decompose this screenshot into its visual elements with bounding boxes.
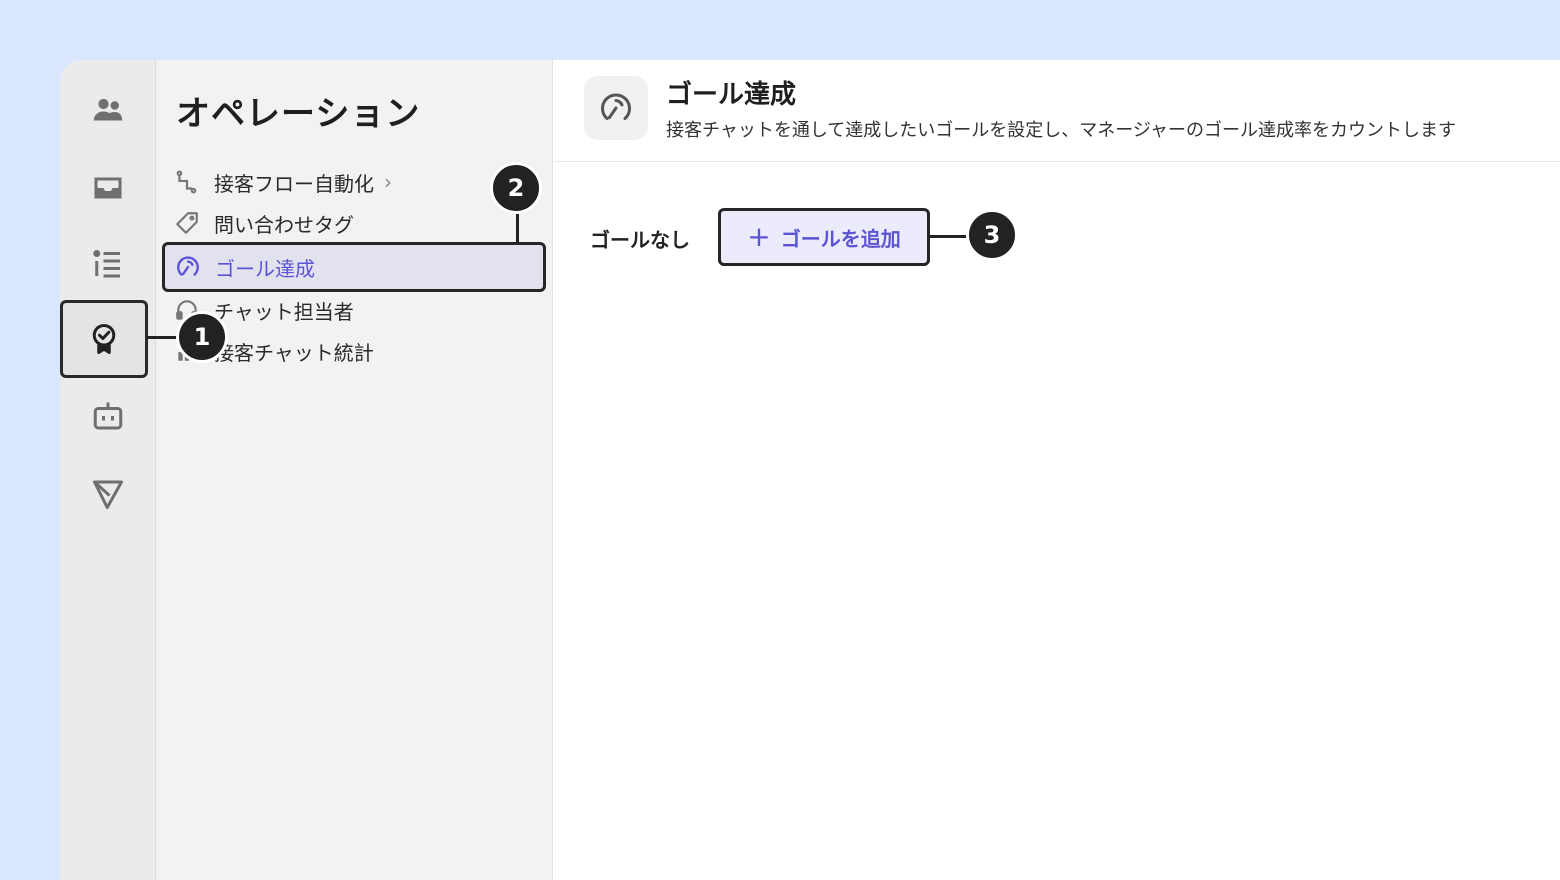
icon-rail bbox=[60, 60, 156, 880]
callout-leader-line bbox=[928, 235, 970, 238]
list-icon bbox=[93, 250, 120, 278]
rail-campaign[interactable] bbox=[60, 466, 156, 522]
page-header: ゴール達成 接客チャットを通して達成したいゴールを設定し、マネージャーのゴール達… bbox=[554, 60, 1560, 162]
callout-leader-line bbox=[516, 214, 519, 244]
nav-item-label: 接客チャット統計 bbox=[214, 340, 374, 365]
page-title: ゴール達成 bbox=[666, 80, 797, 110]
subnav-title: オペレーション bbox=[176, 94, 421, 134]
app-window: オペレーション 接客フロー自動化 › 問い合わせタグ ゴール達成 チャット担当者… bbox=[60, 60, 1560, 880]
callout-leader-line bbox=[146, 336, 180, 339]
inbox-icon bbox=[94, 177, 122, 199]
rail-users[interactable] bbox=[60, 82, 156, 138]
nav-item-label: チャット担当者 bbox=[214, 299, 354, 324]
main-content: ゴール達成 接客チャットを通して達成したいゴールを設定し、マネージャーのゴール達… bbox=[554, 60, 1560, 880]
plus-icon: + bbox=[747, 220, 771, 253]
tag-icon bbox=[172, 208, 202, 238]
goal-icon bbox=[584, 76, 648, 140]
callout-badge: 3 bbox=[966, 209, 1018, 261]
rail-bot[interactable] bbox=[60, 388, 156, 444]
rail-goals[interactable] bbox=[60, 300, 148, 378]
nav-item-label: 接客フロー自動化 bbox=[214, 171, 374, 196]
nav-item-goal-achievement[interactable]: ゴール達成 bbox=[162, 242, 546, 292]
goal-icon bbox=[173, 252, 203, 282]
add-goal-button[interactable]: + ゴールを追加 bbox=[718, 208, 930, 266]
nav-item-chat-flow-automation[interactable]: 接客フロー自動化 › bbox=[172, 164, 544, 200]
flow-icon bbox=[172, 167, 202, 197]
award-badge-icon bbox=[92, 324, 116, 354]
send-icon bbox=[93, 480, 123, 509]
callout-badge: 1 bbox=[176, 311, 228, 363]
nav-item-chat-operators[interactable]: チャット担当者 bbox=[172, 292, 544, 328]
add-goal-label: ゴールを追加 bbox=[780, 226, 901, 251]
rail-inbox[interactable] bbox=[60, 160, 156, 216]
nav-item-label: ゴール達成 bbox=[215, 256, 315, 281]
empty-state-label: ゴールなし bbox=[590, 228, 690, 252]
rail-list[interactable] bbox=[60, 236, 156, 292]
chevron-right-icon: › bbox=[384, 170, 392, 194]
callout-badge: 2 bbox=[490, 162, 542, 214]
nav-item-label: 問い合わせタグ bbox=[214, 212, 354, 237]
users-icon bbox=[93, 98, 123, 121]
bot-icon bbox=[93, 402, 123, 430]
nav-item-inquiry-tags[interactable]: 問い合わせタグ bbox=[172, 205, 544, 241]
page-description: 接客チャットを通して達成したいゴールを設定し、マネージャーのゴール達成率をカウン… bbox=[666, 120, 1457, 141]
